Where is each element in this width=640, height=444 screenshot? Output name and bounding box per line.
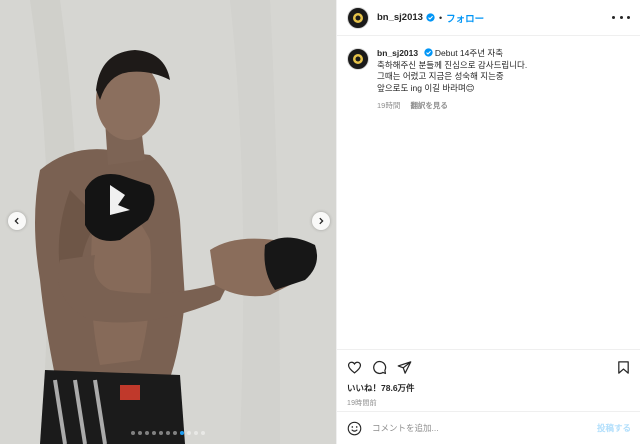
avatar[interactable] [347,6,369,29]
carousel-dot [166,431,170,435]
carousel-dot [159,431,163,435]
caption-line: Debut 14주년 자축 [434,48,504,58]
comment-bar: 投稿する [337,411,640,444]
profile-logo-icon [353,12,363,23]
post-side-panel: bn_sj2013 • フォロー bn_sj2013 Debut 14주년 자축… [336,0,640,444]
share-icon [397,360,412,374]
smiley-icon [347,421,362,435]
header-username[interactable]: bn_sj2013 [377,12,423,23]
bookmark-icon [618,360,629,374]
carousel-indicator [0,431,336,435]
next-image-button[interactable] [312,212,330,230]
carousel-dot [152,431,156,435]
likes-count[interactable]: いいね！78.6万件 [347,382,631,394]
verified-badge-icon [426,13,435,22]
caption-time: 19時間 [377,101,401,110]
chevron-left-icon [14,217,19,225]
caption-avatar[interactable] [347,48,369,70]
like-button[interactable] [347,360,362,375]
share-button[interactable] [397,360,412,375]
post-media[interactable] [0,0,336,444]
chevron-right-icon [319,217,324,225]
carousel-dot [180,431,184,435]
post-timestamp: 19時間前 [347,400,377,407]
caption-line: 그때는 어렸고 지금은 성숙해 지는중 [377,71,504,81]
caption-text: bn_sj2013 Debut 14주년 자축 축하해주신 분들께 진심으로 감… [377,48,627,112]
caption-section: bn_sj2013 Debut 14주년 자축 축하해주신 분들께 진심으로 감… [337,36,640,349]
profile-logo-icon [353,54,363,64]
post-header: bn_sj2013 • フォロー [337,0,640,36]
comment-input[interactable] [372,423,572,433]
more-options-icon[interactable] [612,13,630,23]
emoji-button[interactable] [347,421,362,436]
carousel-dot [194,431,198,435]
carousel-dot [131,431,135,435]
post-comment-button[interactable]: 投稿する [597,422,631,434]
comment-icon [373,360,387,374]
caption-username[interactable]: bn_sj2013 [377,48,418,58]
carousel-dot [201,431,205,435]
post-photo [0,0,336,444]
verified-badge-icon [423,48,433,57]
heart-icon [347,361,362,374]
follow-button[interactable]: フォロー [446,11,484,25]
caption-line: 앞으로도 ing 이길 바라며😊 [377,82,475,93]
caption-line: 축하해주신 분들께 진심으로 감사드립니다. [377,59,528,70]
translate-link[interactable]: 翻訳を見る [410,101,448,110]
carousel-dot [138,431,142,435]
previous-image-button[interactable] [8,212,26,230]
carousel-dot [187,431,191,435]
save-button[interactable] [616,360,631,375]
separator-dot: • [438,12,443,23]
carousel-dot [173,431,177,435]
comment-button[interactable] [372,360,387,375]
post-actions: いいね！78.6万件 19時間前 [337,349,640,411]
caption-meta: 19時間 翻訳を見る [377,100,627,112]
carousel-dot [145,431,149,435]
